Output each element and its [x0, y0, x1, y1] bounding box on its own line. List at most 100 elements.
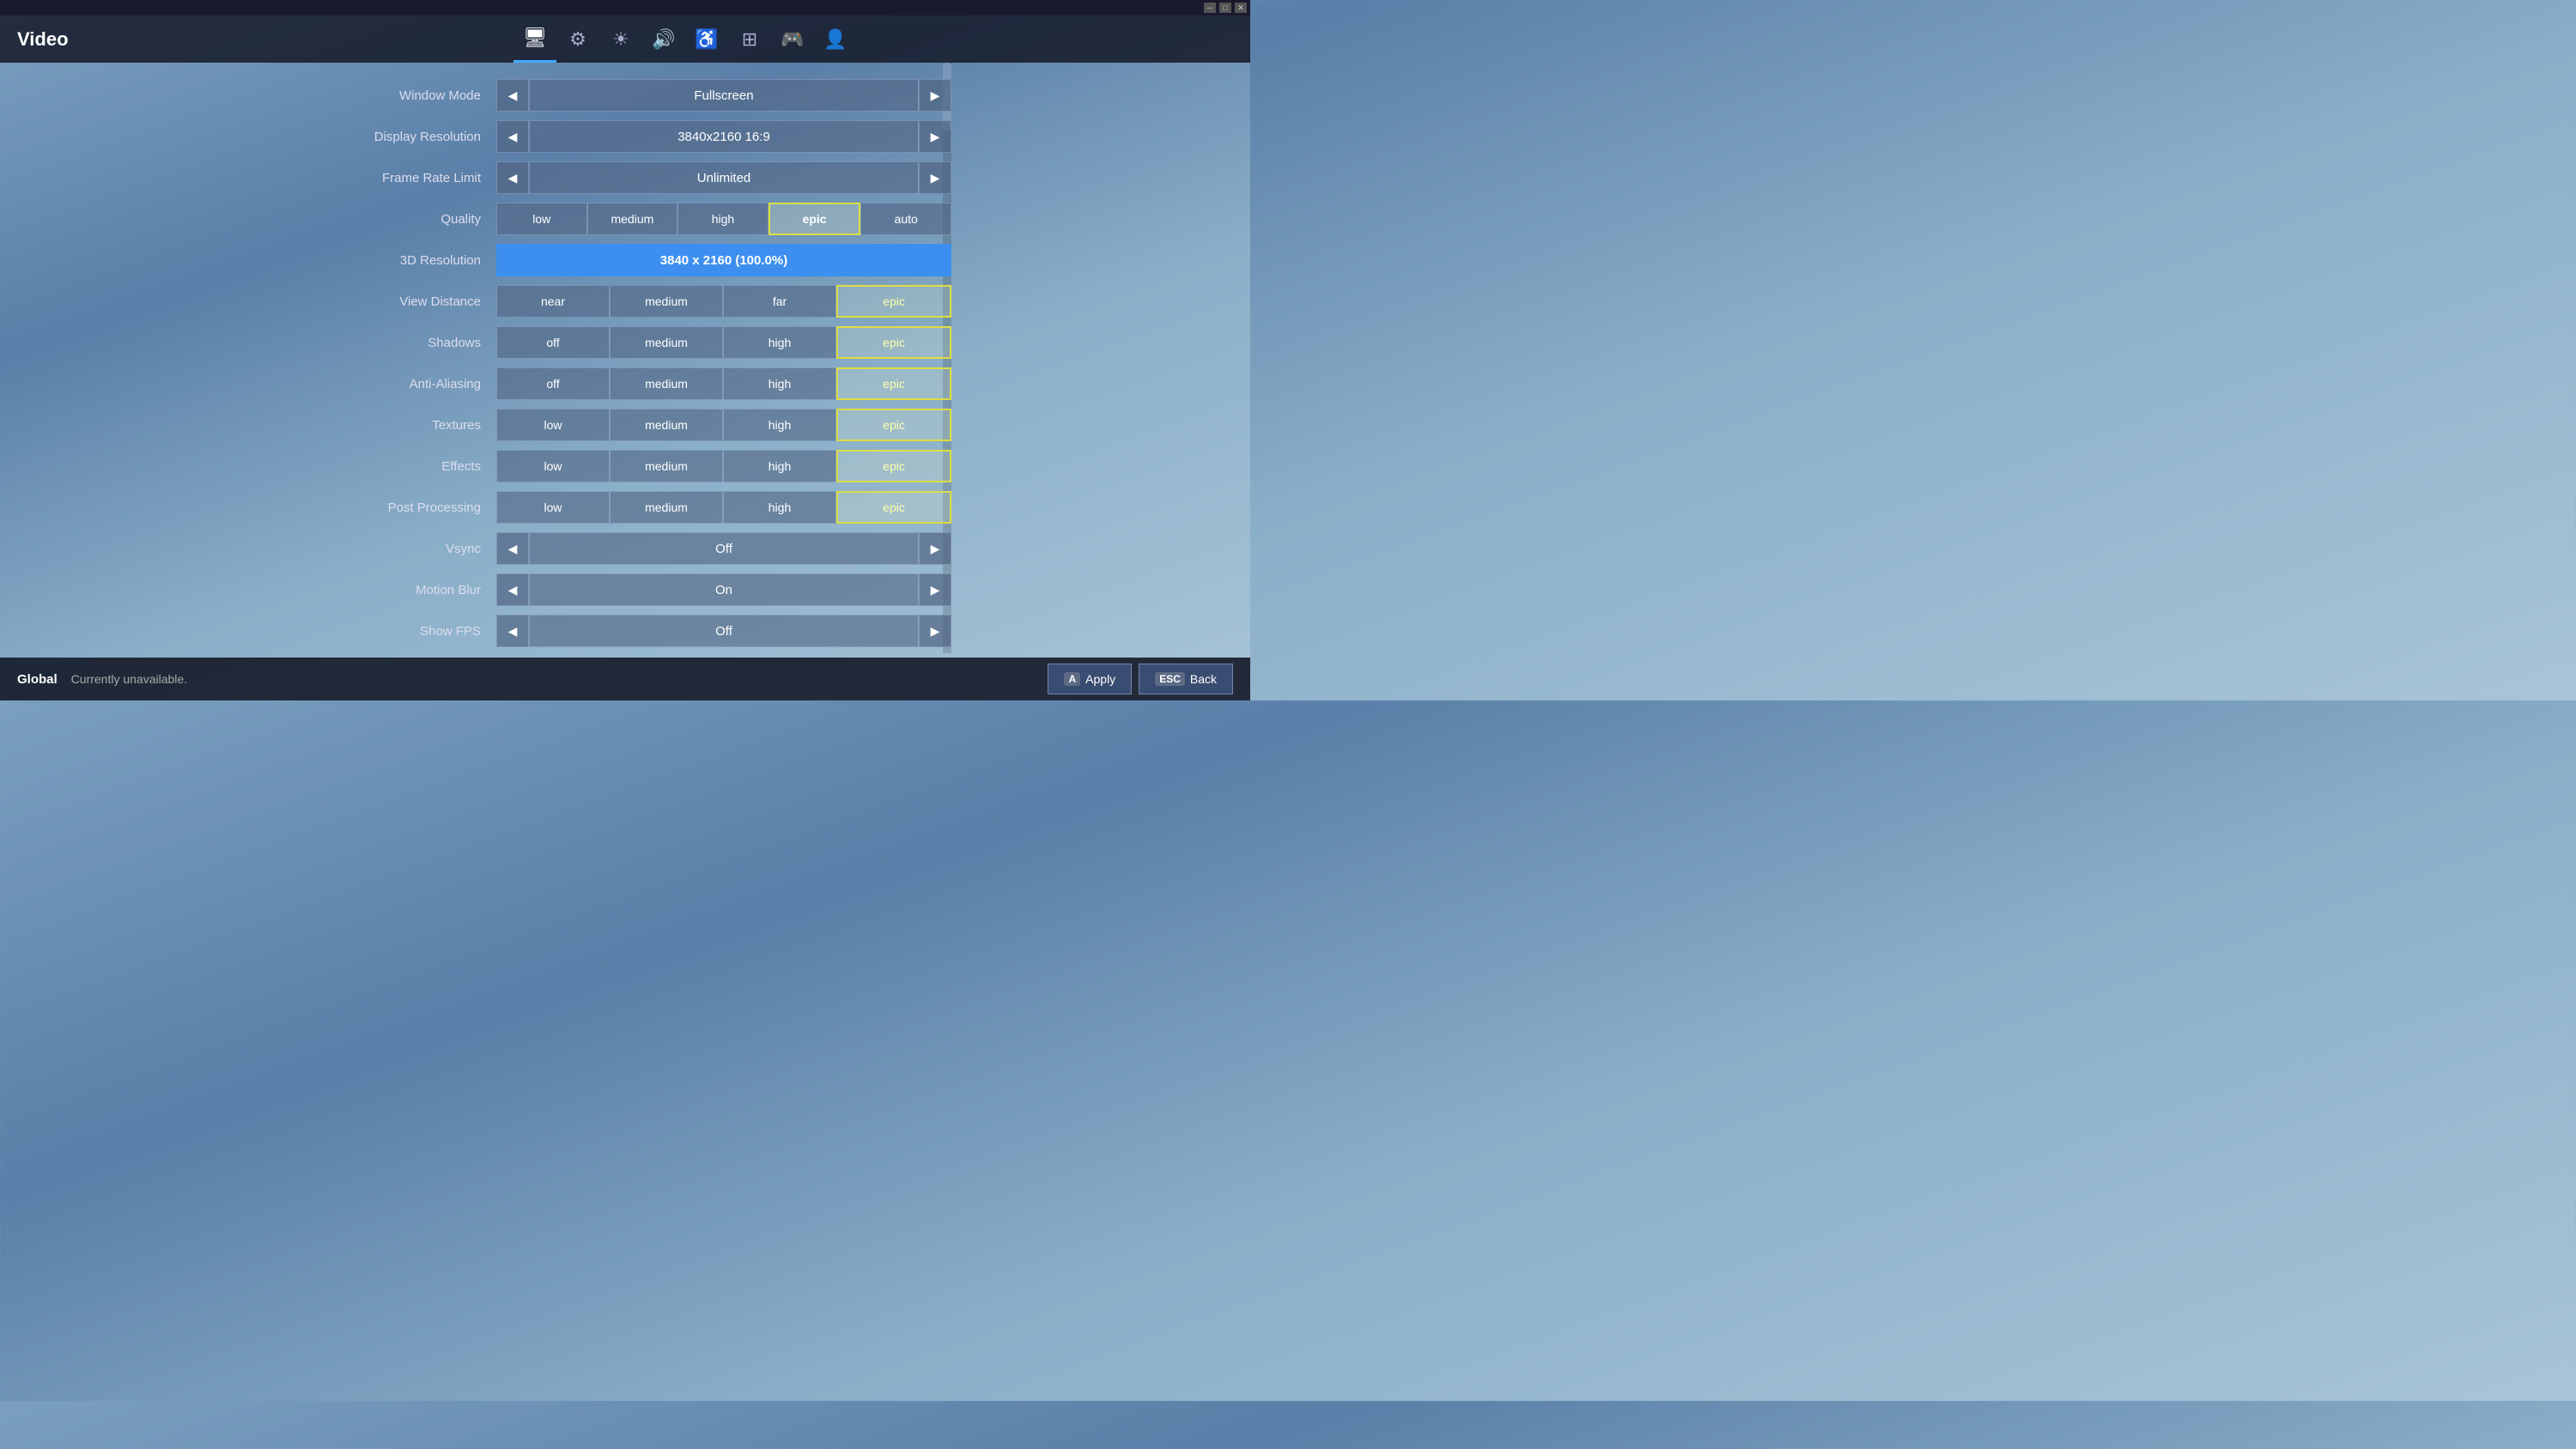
- frame-rate-arrow-control: ◀ Unlimited ▶: [496, 161, 951, 194]
- quality-control: low medium high epic auto: [496, 203, 951, 235]
- vsync-value: Off: [529, 532, 919, 565]
- textures-label: Textures: [299, 418, 496, 433]
- anti-aliasing-medium-button[interactable]: medium: [610, 367, 723, 400]
- window-mode-control: ◀ Fullscreen ▶: [496, 79, 951, 112]
- effects-buttons: low medium high epic: [496, 450, 951, 482]
- nav-tabs: 🖥 ⚙ ☀ 🔊 ♿ ⊞ 🎮 👤: [155, 15, 1250, 63]
- textures-control: low medium high epic: [496, 409, 951, 441]
- shadows-medium-button[interactable]: medium: [610, 326, 723, 359]
- post-processing-low-button[interactable]: low: [496, 491, 610, 524]
- effects-epic-button[interactable]: epic: [836, 450, 951, 482]
- vsync-row: Vsync ◀ Off ▶: [299, 531, 951, 566]
- close-button[interactable]: ✕: [1235, 3, 1247, 13]
- apply-label: Apply: [1085, 672, 1115, 686]
- effects-control: low medium high epic: [496, 450, 951, 482]
- vsync-next-button[interactable]: ▶: [919, 532, 951, 565]
- display-resolution-row: Display Resolution ◀ 3840x2160 16:9 ▶: [299, 119, 951, 154]
- show-fps-next-button[interactable]: ▶: [919, 615, 951, 647]
- post-processing-epic-button[interactable]: epic: [836, 491, 951, 524]
- display-resolution-next-button[interactable]: ▶: [919, 120, 951, 153]
- textures-row: Textures low medium high epic: [299, 408, 951, 442]
- anti-aliasing-buttons: off medium high epic: [496, 367, 951, 400]
- display-resolution-control: ◀ 3840x2160 16:9 ▶: [496, 120, 951, 153]
- anti-aliasing-off-button[interactable]: off: [496, 367, 610, 400]
- shadows-off-button[interactable]: off: [496, 326, 610, 359]
- quality-auto-button[interactable]: auto: [860, 203, 951, 235]
- shadows-control: off medium high epic: [496, 326, 951, 359]
- back-button[interactable]: ESC Back: [1139, 664, 1233, 694]
- effects-medium-button[interactable]: medium: [610, 450, 723, 482]
- vsync-label: Vsync: [299, 542, 496, 556]
- app-window: Video 🖥 ⚙ ☀ 🔊 ♿ ⊞ 🎮 👤 Window Mode ◀ Full…: [0, 15, 1250, 700]
- tab-network[interactable]: ⊞: [728, 15, 771, 63]
- textures-epic-button[interactable]: epic: [836, 409, 951, 441]
- quality-high-button[interactable]: high: [677, 203, 769, 235]
- motion-blur-arrow-control: ◀ On ▶: [496, 573, 951, 606]
- quality-low-button[interactable]: low: [496, 203, 587, 235]
- vsync-prev-button[interactable]: ◀: [496, 532, 529, 565]
- show-fps-label: Show FPS: [299, 624, 496, 639]
- motion-blur-prev-button[interactable]: ◀: [496, 573, 529, 606]
- tab-volume[interactable]: 🔊: [642, 15, 685, 63]
- show-fps-prev-button[interactable]: ◀: [496, 615, 529, 647]
- display-resolution-value: 3840x2160 16:9: [529, 120, 919, 153]
- post-processing-buttons: low medium high epic: [496, 491, 951, 524]
- textures-high-button[interactable]: high: [723, 409, 836, 441]
- header: Video 🖥 ⚙ ☀ 🔊 ♿ ⊞ 🎮 👤: [0, 15, 1250, 63]
- settings-panel[interactable]: Window Mode ◀ Fullscreen ▶ Display Resol…: [299, 63, 951, 653]
- textures-medium-button[interactable]: medium: [610, 409, 723, 441]
- motion-blur-next-button[interactable]: ▶: [919, 573, 951, 606]
- frame-rate-next-button[interactable]: ▶: [919, 161, 951, 194]
- resolution-3d-value[interactable]: 3840 x 2160 (100.0%): [496, 244, 951, 276]
- effects-row: Effects low medium high epic: [299, 449, 951, 483]
- apply-button[interactable]: A Apply: [1048, 664, 1132, 694]
- status-text: Currently unavailable.: [71, 672, 1035, 686]
- frame-rate-label: Frame Rate Limit: [299, 171, 496, 185]
- tab-gear[interactable]: ⚙: [556, 15, 599, 63]
- tab-profile[interactable]: 👤: [814, 15, 857, 63]
- show-fps-row: Show FPS ◀ Off ▶: [299, 614, 951, 648]
- motion-blur-row: Motion Blur ◀ On ▶: [299, 573, 951, 607]
- view-distance-label: View Distance: [299, 294, 496, 309]
- frame-rate-value: Unlimited: [529, 161, 919, 194]
- anti-aliasing-epic-button[interactable]: epic: [836, 367, 951, 400]
- view-distance-medium-button[interactable]: medium: [610, 285, 723, 318]
- tab-accessibility[interactable]: ♿: [685, 15, 728, 63]
- shadows-epic-button[interactable]: epic: [836, 326, 951, 359]
- view-distance-far-button[interactable]: far: [723, 285, 836, 318]
- tab-video[interactable]: 🖥: [513, 15, 556, 63]
- frame-rate-control: ◀ Unlimited ▶: [496, 161, 951, 194]
- window-mode-prev-button[interactable]: ◀: [496, 79, 529, 112]
- post-processing-medium-button[interactable]: medium: [610, 491, 723, 524]
- motion-blur-control: ◀ On ▶: [496, 573, 951, 606]
- minimize-button[interactable]: ─: [1204, 3, 1216, 13]
- title-bar: ─ □ ✕: [0, 0, 1250, 15]
- frame-rate-prev-button[interactable]: ◀: [496, 161, 529, 194]
- post-processing-high-button[interactable]: high: [723, 491, 836, 524]
- textures-buttons: low medium high epic: [496, 409, 951, 441]
- window-mode-row: Window Mode ◀ Fullscreen ▶: [299, 78, 951, 112]
- show-fps-value: Off: [529, 615, 919, 647]
- quality-epic-button[interactable]: epic: [769, 203, 861, 235]
- textures-low-button[interactable]: low: [496, 409, 610, 441]
- apply-kbd: A: [1064, 672, 1080, 686]
- shadows-label: Shadows: [299, 336, 496, 350]
- bottom-buttons: A Apply ESC Back: [1048, 664, 1233, 694]
- view-distance-control: near medium far epic: [496, 285, 951, 318]
- shadows-high-button[interactable]: high: [723, 326, 836, 359]
- anti-aliasing-high-button[interactable]: high: [723, 367, 836, 400]
- quality-medium-button[interactable]: medium: [587, 203, 678, 235]
- tab-brightness[interactable]: ☀: [599, 15, 642, 63]
- display-resolution-prev-button[interactable]: ◀: [496, 120, 529, 153]
- display-resolution-label: Display Resolution: [299, 130, 496, 144]
- quality-label: Quality: [299, 212, 496, 227]
- window-mode-value: Fullscreen: [529, 79, 919, 112]
- effects-label: Effects: [299, 459, 496, 474]
- window-mode-next-button[interactable]: ▶: [919, 79, 951, 112]
- effects-low-button[interactable]: low: [496, 450, 610, 482]
- view-distance-near-button[interactable]: near: [496, 285, 610, 318]
- effects-high-button[interactable]: high: [723, 450, 836, 482]
- view-distance-epic-button[interactable]: epic: [836, 285, 951, 318]
- tab-gamepad[interactable]: 🎮: [771, 15, 814, 63]
- restore-button[interactable]: □: [1219, 3, 1231, 13]
